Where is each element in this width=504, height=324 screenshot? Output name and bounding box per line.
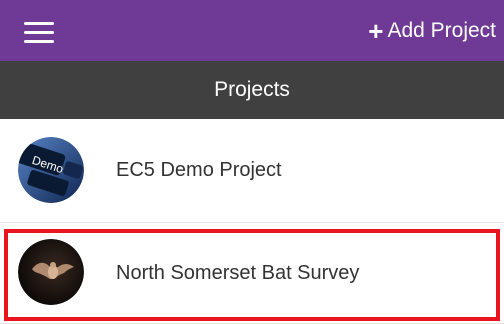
demo-keyboard-logo: Demo <box>18 137 84 203</box>
add-project-button[interactable]: + Add Project <box>368 12 496 50</box>
project-list: Demo EC5 Demo Project North Somerset Bat… <box>0 119 504 324</box>
page-title-bar: Projects <box>0 61 504 119</box>
hamburger-menu-icon[interactable] <box>24 20 54 44</box>
project-item-north-somerset-bat-survey[interactable]: North Somerset Bat Survey <box>0 223 504 324</box>
demo-logo-graphic: Demo <box>18 137 84 203</box>
app-header: + Add Project <box>0 0 504 61</box>
project-name: EC5 Demo Project <box>116 159 282 181</box>
bat-logo <box>18 239 84 305</box>
page-title: Projects <box>214 78 290 101</box>
bat-logo-graphic <box>18 239 84 305</box>
project-name: North Somerset Bat Survey <box>116 261 360 284</box>
menu-line <box>24 40 54 43</box>
menu-line <box>24 22 54 25</box>
menu-line <box>24 31 54 34</box>
plus-icon: + <box>368 16 384 46</box>
project-item-ec5-demo[interactable]: Demo EC5 Demo Project <box>0 119 504 223</box>
add-project-label: Add Project <box>387 19 496 42</box>
